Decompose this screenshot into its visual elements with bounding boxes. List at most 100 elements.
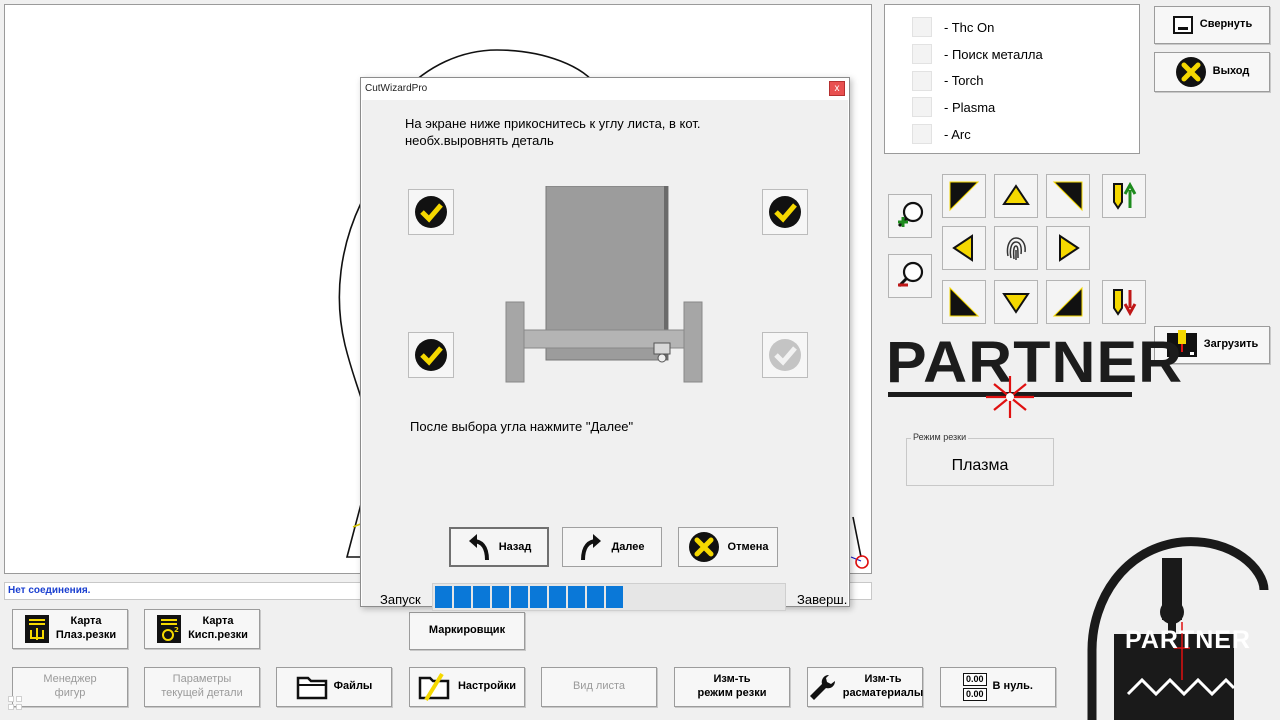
wizard-progress-bar (432, 583, 786, 611)
dialog-title: CutWizardPro (365, 83, 428, 94)
jog-up-right-button[interactable] (1046, 174, 1090, 218)
progress-segment (454, 586, 471, 608)
oxy-map-label: Карта Кисп.резки (188, 615, 248, 643)
marker-label: Маркировщик (428, 624, 506, 637)
zoom-out-button[interactable] (888, 254, 932, 298)
checkbox[interactable] (912, 97, 932, 118)
corner-top-right-button[interactable] (762, 189, 808, 235)
window-minimize-icon (1172, 14, 1194, 36)
torch-down-button[interactable] (1102, 280, 1146, 324)
fingerprint-button[interactable] (994, 226, 1038, 270)
cut-mode-group: Режим резки Плазма (906, 432, 1054, 486)
next-button[interactable]: Далее (562, 527, 662, 567)
marker-button[interactable]: Маркировщик (409, 612, 525, 650)
jog-right-button[interactable] (1046, 226, 1090, 270)
checkbox[interactable] (912, 124, 932, 145)
zoom-in-icon (897, 201, 924, 228)
load-label: Загрузить (1203, 338, 1259, 351)
zero-label: В нуль. (992, 680, 1033, 693)
close-circle-icon (688, 531, 720, 563)
corner-bottom-right-button[interactable] (762, 332, 808, 378)
dialog-close-button[interactable]: x (829, 81, 845, 96)
progress-end-label: Заверш. (797, 592, 848, 607)
exit-button[interactable]: Выход (1154, 52, 1270, 92)
part-params-button[interactable]: Параметры текущей детали (144, 667, 260, 707)
wizard-hint: После выбора угла нажмите "Далее" (410, 419, 634, 434)
jog-up-left-button[interactable] (942, 174, 986, 218)
part-params-label: Параметры текущей детали (161, 673, 242, 701)
progress-segment (606, 586, 623, 608)
folder-icon (296, 674, 328, 700)
oxy-cut-map-button[interactable]: 2 Карта Кисп.резки (144, 609, 260, 649)
check-label: - Plasma (944, 99, 996, 115)
curved-arrow-next-icon (579, 532, 603, 562)
check-arc[interactable]: - Arc (885, 121, 1139, 148)
label-line: текущей детали (161, 687, 243, 699)
torch-up-button[interactable] (1102, 174, 1146, 218)
change-consumables-button[interactable]: Изм-ть расматериалы (807, 667, 923, 707)
cancel-button[interactable]: Отмена (678, 527, 778, 567)
jog-down-left-button[interactable] (942, 280, 986, 324)
back-button[interactable]: Назад (449, 527, 549, 567)
status-checklist: - Thc On - Поиск металла - Torch - Plasm… (884, 4, 1140, 154)
check-circle-icon (415, 196, 447, 228)
settings-button[interactable]: Настройки (409, 667, 525, 707)
progress-segment (587, 586, 604, 608)
minimize-button[interactable]: Свернуть (1154, 6, 1270, 44)
progress-segment (511, 586, 528, 608)
progress-segment (473, 586, 490, 608)
check-metal-search[interactable]: - Поиск металла (885, 41, 1139, 68)
cancel-label: Отмена (727, 541, 769, 553)
cut-mode-legend: Режим резки (911, 432, 969, 442)
minimize-label: Свернуть (1199, 18, 1253, 31)
cut-mode-value: Плазма (951, 457, 1009, 474)
plasma-map-label: Карта Плаз.резки (56, 615, 116, 643)
arrow-down-icon (1002, 293, 1030, 314)
shape-manager-button[interactable]: Менеджер фигур (12, 667, 128, 707)
progress-start-label: Запуск (380, 592, 421, 607)
progress-segment (492, 586, 509, 608)
jog-down-right-button[interactable] (1046, 280, 1090, 324)
plasma-map-icon (24, 614, 50, 644)
zoom-in-button[interactable] (888, 194, 932, 238)
zero-button[interactable]: 0.00 0.00 В нуль. (940, 667, 1056, 707)
zoom-out-icon (897, 261, 924, 288)
cut-wizard-dialog: CutWizardPro x На экране ниже прикосните… (360, 77, 850, 611)
check-circle-disabled-icon (769, 339, 801, 371)
corner-bottom-left-button[interactable] (408, 332, 454, 378)
files-button[interactable]: Файлы (276, 667, 392, 707)
check-label: - Arc (944, 126, 971, 142)
check-label: - Torch (944, 73, 984, 89)
next-label: Далее (611, 541, 645, 553)
jog-left-button[interactable] (942, 226, 986, 270)
label-line: Параметры (172, 673, 232, 686)
close-circle-icon (1175, 56, 1207, 88)
label-line: Изм-ть (864, 673, 902, 686)
curved-arrow-back-icon (467, 532, 491, 562)
fingerprint-icon (1006, 237, 1026, 260)
change-consumables-label: Изм-ть расматериалы (843, 673, 924, 701)
checkbox[interactable] (912, 44, 932, 65)
sheet-view-button[interactable]: Вид листа (541, 667, 657, 707)
check-circle-icon (769, 196, 801, 228)
jog-up-button[interactable] (994, 174, 1038, 218)
label-line: Плаз.резки (55, 629, 117, 641)
change-cut-mode-button[interactable]: Изм-ть режим резки (674, 667, 790, 707)
checkbox[interactable] (912, 17, 932, 38)
corner-arrow-up-left-icon (949, 181, 980, 212)
corner-top-left-button[interactable] (408, 189, 454, 235)
plasma-cut-map-button[interactable]: Карта Плаз.резки (12, 609, 128, 649)
arrow-right-icon (1059, 234, 1080, 262)
windows-start-icon[interactable] (8, 696, 22, 710)
wizard-instruction: На экране ниже прикоснитесь к углу листа… (405, 116, 701, 148)
jog-down-button[interactable] (994, 280, 1038, 324)
arrow-left-icon (952, 234, 973, 262)
check-plasma[interactable]: - Plasma (885, 94, 1139, 121)
back-label: Назад (498, 541, 532, 553)
check-torch[interactable]: - Torch (885, 67, 1139, 94)
settings-label: Настройки (457, 680, 517, 693)
check-thc-on[interactable]: - Thc On (885, 14, 1139, 41)
label-line: Изм-ть (713, 673, 751, 686)
checkbox[interactable] (912, 70, 932, 91)
svg-text:2: 2 (174, 626, 179, 634)
